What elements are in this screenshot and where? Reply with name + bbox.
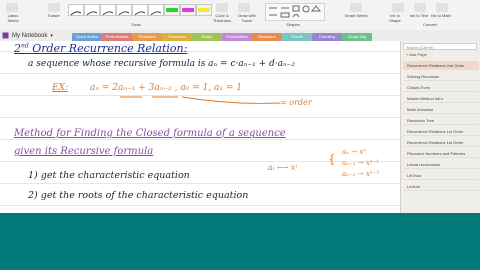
- page-item[interactable]: Recurrence Relations 1st Order: [403, 138, 479, 147]
- page-item[interactable]: Solving Recursion: [403, 72, 479, 81]
- color-thickness-label: Color & Thickness: [212, 13, 231, 23]
- note-title: 2nd Order Recurrence Relation:: [14, 42, 187, 55]
- tab-section[interactable]: Graph Theory: [192, 33, 222, 47]
- page-item[interactable]: Math Induction: [403, 105, 479, 114]
- tab-section[interactable]: Preliminaries: [102, 33, 132, 41]
- note-definition: a sequence whose recursive formula is aₙ…: [28, 59, 295, 69]
- ink-to-text-button[interactable]: [414, 3, 426, 12]
- lasso-select-label: Lasso Select: [7, 13, 19, 23]
- page-item[interactable]: Fibonacci Numbers and Patterns: [403, 149, 479, 158]
- shapes-gallery[interactable]: [265, 3, 325, 21]
- page-item[interactable]: Recurrence Relations 1st Order: [403, 127, 479, 136]
- tab-section[interactable]: Proofs: [282, 33, 312, 41]
- page-item[interactable]: Lecture: [403, 182, 479, 191]
- add-page-button[interactable]: + Add Page: [403, 51, 480, 59]
- rule-line: [0, 139, 400, 140]
- mapping-left: aᵢ ⟷ xⁱ: [268, 163, 298, 172]
- pen-swatch-6[interactable]: [148, 4, 164, 16]
- pen-swatch-3[interactable]: [100, 4, 116, 16]
- ink-to-math-label: Ink to Math: [431, 13, 451, 18]
- notebook-name: My Notebook: [12, 32, 48, 39]
- highlighter-magenta[interactable]: [180, 4, 196, 16]
- note-title-rest: Order Recurrence Relation:: [28, 42, 188, 55]
- chevron-down-icon: ▾: [50, 32, 53, 39]
- rule-line: [0, 161, 400, 162]
- page-item[interactable]: Closed-Form: [403, 83, 479, 92]
- rule-line: [0, 73, 400, 74]
- highlighter-green[interactable]: [164, 4, 180, 16]
- pen-swatch-4[interactable]: [116, 4, 132, 16]
- smart-select-label: Smart Select: [344, 13, 368, 18]
- example-equation: aₙ = 2aₙ₋₁ + 3aₙ₋₂ , a₀ = 1, a₁ = 1: [90, 83, 242, 93]
- note-title-sup: nd: [21, 42, 29, 50]
- tab-section[interactable]: Functions: [162, 33, 192, 41]
- eraser-label: Eraser: [48, 13, 60, 18]
- eraser-button[interactable]: [48, 3, 60, 12]
- rule-line: [0, 183, 400, 184]
- ink-to-math-button[interactable]: [436, 3, 448, 12]
- method-heading-2: given its Recursive formula: [14, 146, 154, 157]
- color-thickness-button[interactable]: [216, 3, 228, 12]
- tools-group-label: Tools: [131, 22, 141, 27]
- smart-select-button[interactable]: [350, 3, 362, 12]
- pen-swatch-1[interactable]: [68, 4, 84, 16]
- notebook-selector[interactable]: My Notebook ▾: [2, 31, 53, 40]
- tab-section[interactable]: Relations: [132, 33, 162, 41]
- page-list: Search (Ctrl+E) + Add Page Recurrence Re…: [400, 41, 480, 213]
- note-title-num: 2: [14, 42, 21, 55]
- page-item[interactable]: Recursion Tree: [403, 116, 479, 125]
- tab-section[interactable]: Counting: [312, 33, 342, 41]
- method-heading-1: Method for Finding the Closed formula of…: [14, 128, 286, 139]
- page-item[interactable]: Recurrence Relations 2nd Order: [403, 61, 479, 70]
- notebook-icon: [2, 32, 9, 39]
- shapes-gallery-icons: [269, 5, 322, 18]
- tab-section[interactable]: Quick Notes: [72, 33, 102, 41]
- ink-to-shape-label: Ink to Shape: [389, 13, 401, 23]
- step-1: 1) get the characteristic equation: [28, 170, 190, 181]
- rule-line: [0, 205, 400, 206]
- page-item[interactable]: Linear recurrences: [403, 160, 479, 169]
- ink-to-shape-button[interactable]: [392, 3, 404, 12]
- mapping-rule-3: aₙ₋₂ → xⁿ⁻²: [342, 170, 380, 178]
- ink-to-text-label: Ink to Text: [409, 13, 429, 18]
- page-item[interactable]: Master Method Intro: [403, 94, 479, 103]
- order-note: = order: [280, 98, 312, 107]
- mapping-rule-1: aₙ → xⁿ: [342, 148, 367, 156]
- tab-section[interactable]: Recursion: [252, 33, 282, 41]
- shapes-group-label: Shapes: [286, 22, 300, 27]
- step-2: 2) get the roots of the characteristic e…: [28, 190, 249, 201]
- tab-section[interactable]: Graph Alg: [342, 33, 372, 41]
- pen-swatch-2[interactable]: [84, 4, 100, 16]
- page-item[interactable]: Lift thus: [403, 171, 479, 180]
- page-search-input[interactable]: Search (Ctrl+E): [403, 43, 477, 50]
- mapping-rule-2: aₙ₋₁ → xⁿ⁻¹: [342, 159, 380, 167]
- draw-with-touch-label: Draw with Touch: [238, 13, 256, 23]
- ribbon: Lasso Select Eraser Tools Color & Thickn…: [0, 0, 480, 31]
- teal-overlay-bar: [0, 213, 480, 270]
- tab-section[interactable]: Probabilities: [222, 33, 252, 41]
- draw-with-touch-button[interactable]: [238, 3, 250, 12]
- pen-swatch-5[interactable]: [132, 4, 148, 16]
- convert-group-label: Convert: [422, 22, 437, 27]
- example-label: EX:: [52, 83, 69, 93]
- lasso-select-button[interactable]: [6, 3, 18, 12]
- rule-line: [0, 117, 400, 118]
- mapping-brace: {: [328, 152, 336, 166]
